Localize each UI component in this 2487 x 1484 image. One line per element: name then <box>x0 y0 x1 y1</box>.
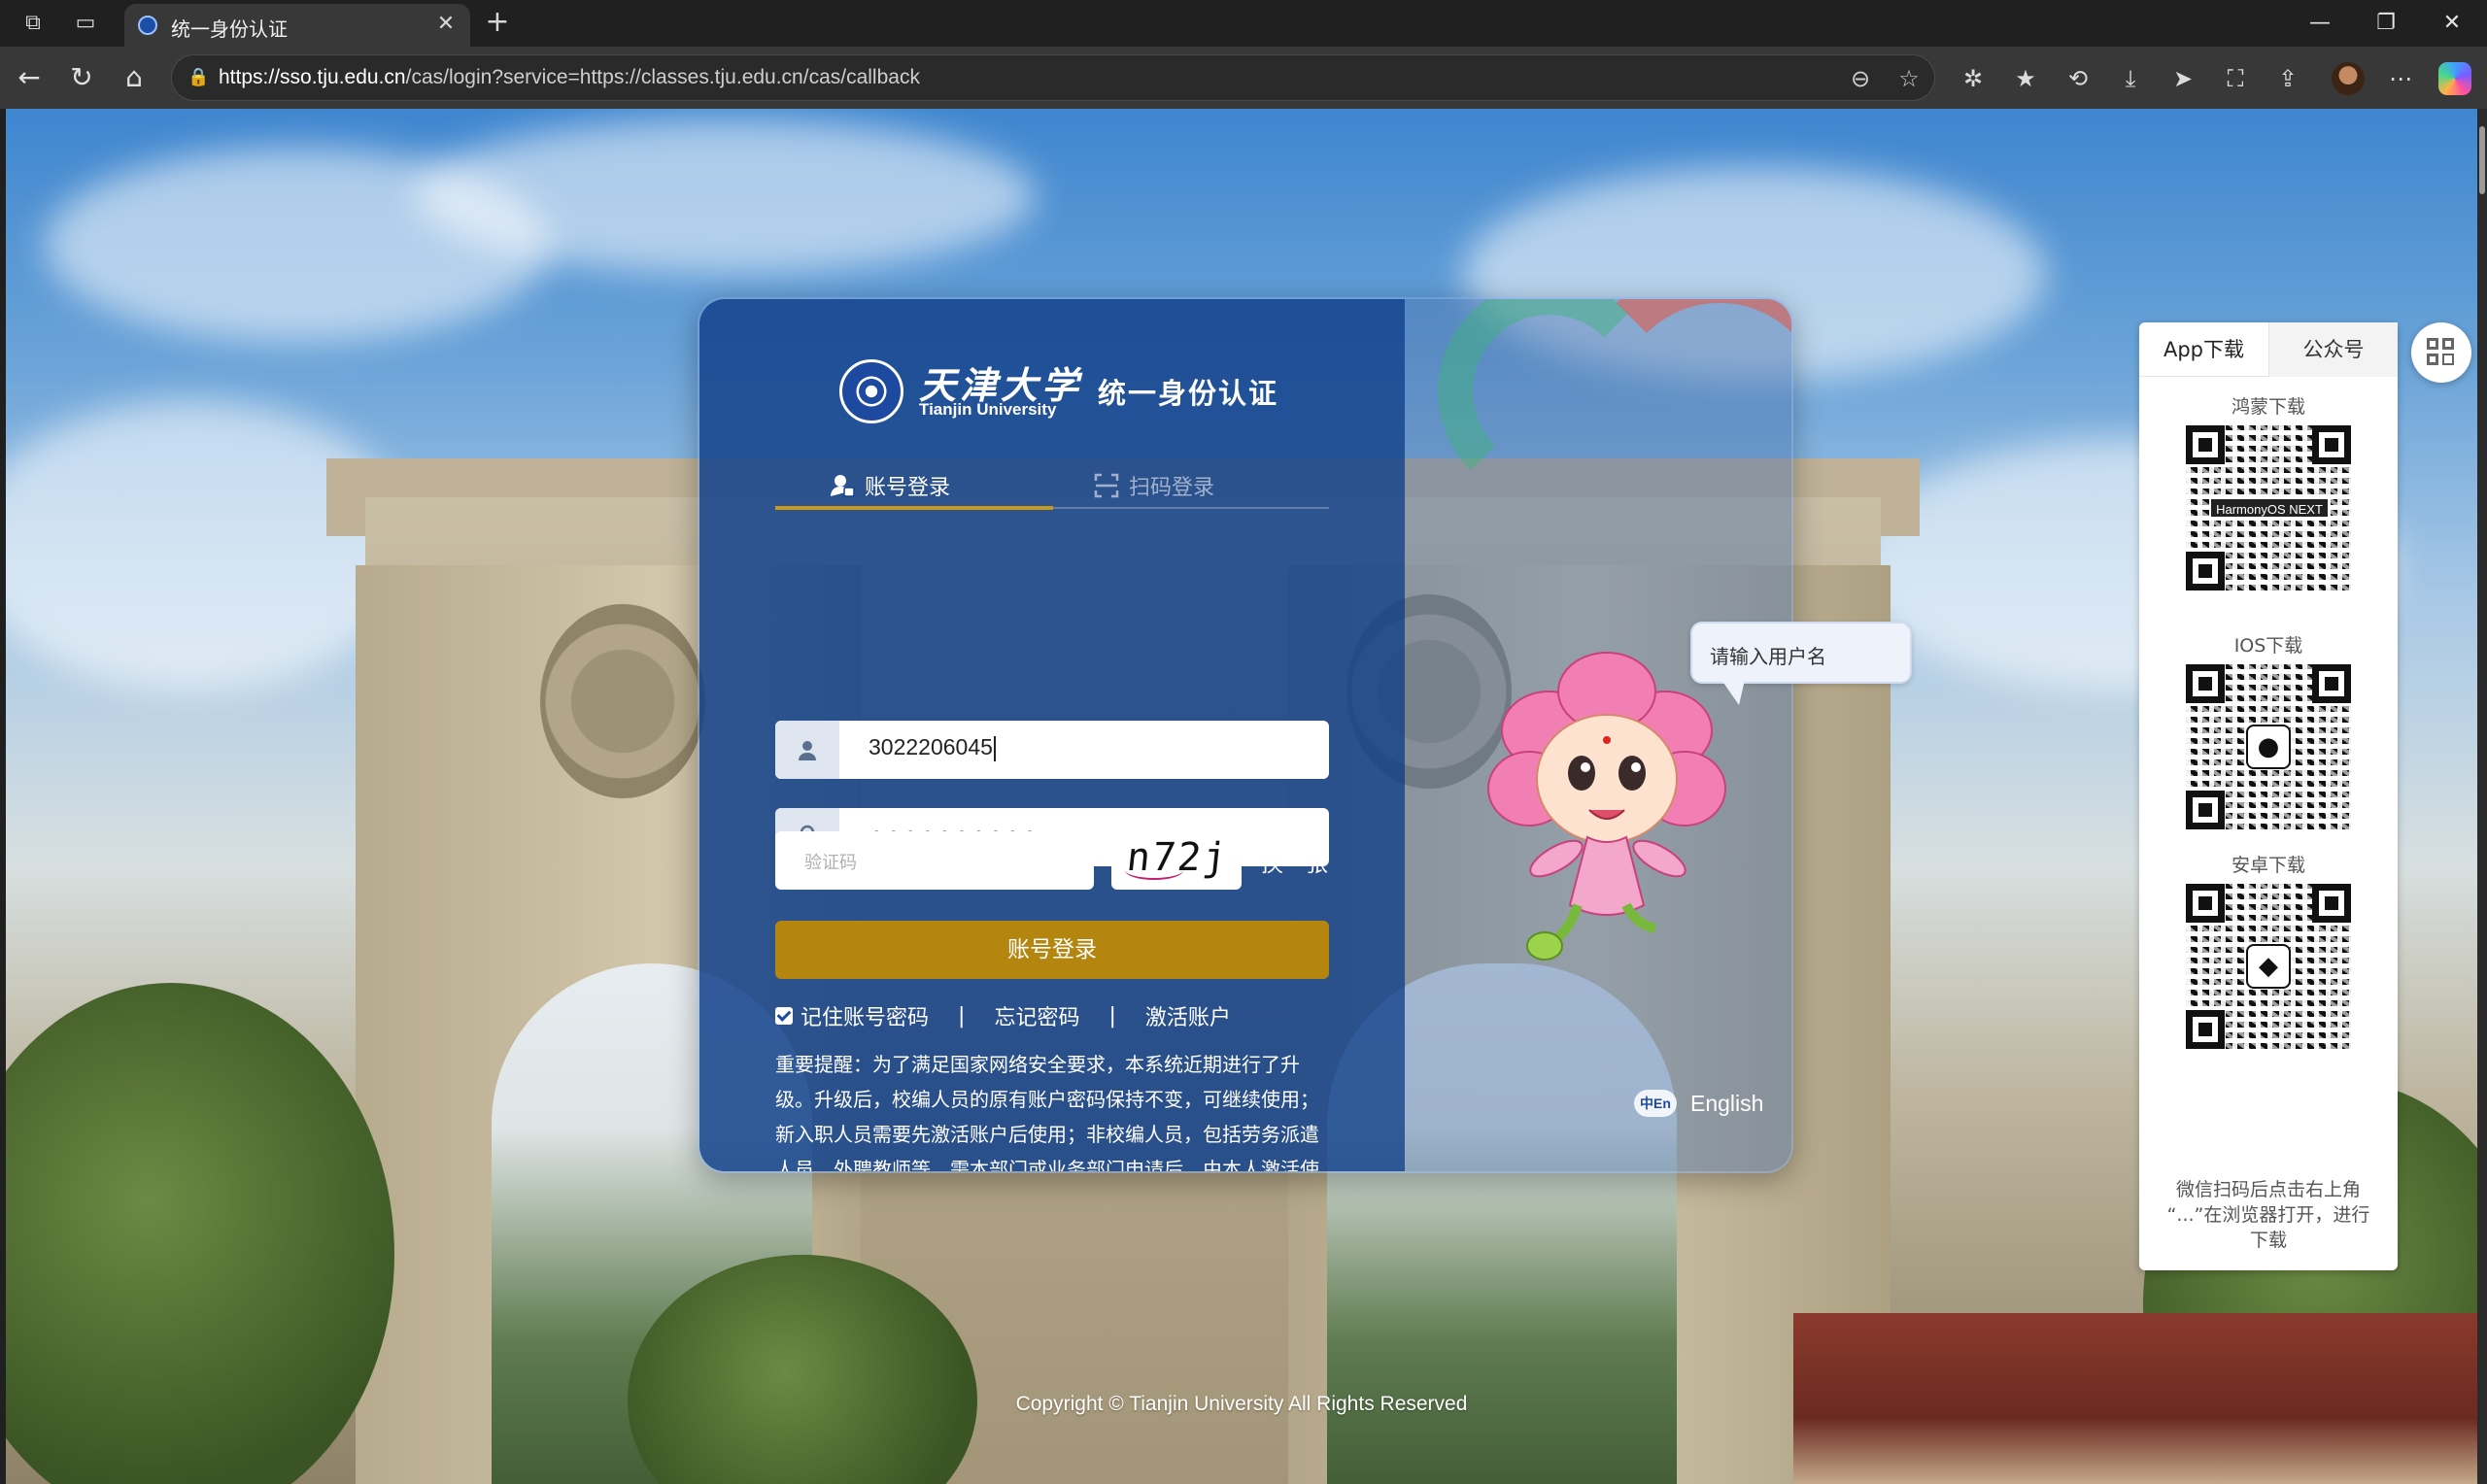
active-tab-indicator <box>775 506 1053 510</box>
screenshot-icon[interactable]: ⛶ <box>2219 62 2252 95</box>
harmony-download-label: 鸿蒙下载 <box>2231 396 2305 418</box>
new-tab-button[interactable]: + <box>482 8 513 39</box>
qr-finder <box>2312 425 2351 464</box>
tab-official-account[interactable]: 公众号 <box>2268 322 2398 377</box>
tab-favicon-icon <box>138 16 157 35</box>
login-button[interactable]: 账号登录 <box>775 921 1329 979</box>
ios-download-label: IOS下载 <box>2233 635 2303 657</box>
url-text[interactable]: https://sso.tju.edu.cn/cas/login?service… <box>219 66 920 89</box>
qr-finder <box>2186 664 2225 703</box>
vertical-tabs-icon[interactable]: ▭ <box>72 10 99 37</box>
copilot-icon[interactable] <box>2438 62 2471 95</box>
security-notice: 重要提醒：为了满足国家网络安全要求，本系统近期进行了升级。升级后，校编人员的原有… <box>775 1053 1319 1173</box>
browser-toolbar: ← ↻ ⌂ 🔒 https://sso.tju.edu.cn/cas/login… <box>0 47 2487 109</box>
browser-tab-bar: ⧉ ▭ 统一身份认证 ✕ + — ❐ ✕ <box>0 0 2487 47</box>
share-icon[interactable]: ⇪ <box>2271 62 2304 95</box>
android-logo-icon: ◆ <box>2246 944 2291 989</box>
remember-label[interactable]: 记住账号密码 <box>801 1000 929 1031</box>
forgot-password-link[interactable]: 忘记密码 <box>994 1000 1079 1031</box>
wechat-download-note: 微信扫码后点击右上角 “...”在浏览器打开，进行下载 <box>2166 1179 2370 1251</box>
history-icon[interactable]: ⟲ <box>2061 62 2095 95</box>
qr-square <box>2442 338 2454 350</box>
university-logo-en: Tianjin University <box>919 400 1057 419</box>
page-title: 统一身份认证 <box>1098 377 1279 410</box>
captcha-placeholder: 验证码 <box>804 853 857 873</box>
qr-finder <box>2186 791 2225 829</box>
browser-tab-active[interactable]: 统一身份认证 ✕ <box>124 4 470 47</box>
home-button[interactable]: ⌂ <box>117 60 152 95</box>
background-cloud <box>6 400 414 691</box>
extensions-icon[interactable]: ✲ <box>1957 62 1990 95</box>
site-info-lock-icon[interactable]: 🔒 <box>187 67 209 88</box>
captcha-input[interactable]: 验证码 <box>775 831 1094 890</box>
reload-button[interactable]: ↻ <box>64 60 99 95</box>
language-label: English <box>1690 1090 1764 1116</box>
captcha-noise-line <box>1125 860 1183 880</box>
favorites-icon[interactable]: ★ <box>2009 62 2042 95</box>
university-seal-icon <box>839 359 903 423</box>
qr-square <box>2427 354 2438 365</box>
app-download-panel: App下载 公众号 鸿蒙下载 HarmonyOS NEXT IOS下载 ● 安卓… <box>2139 322 2398 1270</box>
separator: | <box>1108 1003 1116 1029</box>
more-menu-icon[interactable]: ⋯ <box>2384 62 2417 95</box>
android-download-label: 安卓下载 <box>2231 855 2305 876</box>
tab-title: 统一身份认证 <box>171 19 288 41</box>
harmonyos-badge: HarmonyOS NEXT <box>2209 497 2330 519</box>
user-icon <box>775 721 839 779</box>
tab-app-download[interactable]: App下载 <box>2139 322 2268 377</box>
apple-logo-icon: ● <box>2246 725 2291 769</box>
username-field[interactable]: 3022206045 <box>775 721 1329 779</box>
background-cloud <box>414 118 1036 274</box>
page-viewport: 天津大学 Tianjin University 统一身份认证 账号登录 扫码登录 <box>6 109 2477 1484</box>
profile-avatar[interactable] <box>2332 62 2365 95</box>
dragon-medallion <box>540 604 705 798</box>
separator: | <box>958 1003 966 1029</box>
user-lock-icon <box>830 473 855 498</box>
username-input[interactable]: 3022206045 <box>869 734 996 761</box>
scrollbar-thumb[interactable] <box>2479 126 2485 194</box>
address-bar[interactable]: 🔒 https://sso.tju.edu.cn/cas/login?servi… <box>171 54 1935 101</box>
tab-qr-label: 扫码登录 <box>1129 476 1215 500</box>
tab-account-label: 账号登录 <box>865 476 951 500</box>
restore-window-button[interactable]: ❐ <box>2367 8 2405 39</box>
tab-account-login[interactable]: 账号登录 <box>830 466 950 505</box>
language-icon: 中En <box>1634 1090 1677 1117</box>
copyright-footer: Copyright © Tianjin University All Right… <box>1015 1393 1468 1415</box>
language-switch[interactable]: 中En English <box>1634 1090 1763 1117</box>
captcha-image[interactable]: n72j <box>1111 831 1242 890</box>
close-window-button[interactable]: ✕ <box>2433 8 2471 39</box>
android-qr-code: ◆ <box>2186 884 2351 1049</box>
reader-mode-icon[interactable]: ⊖ <box>1845 63 1876 94</box>
text-caret <box>993 735 996 761</box>
send-icon[interactable]: ➤ <box>2166 62 2199 95</box>
minimize-window-button[interactable]: — <box>2300 8 2339 39</box>
downloads-icon[interactable]: ⤓ <box>2114 62 2147 95</box>
login-options: 记住账号密码 | 忘记密码 | 激活账户 <box>775 1000 1231 1031</box>
refresh-captcha-link[interactable]: 换一张 <box>1261 845 1328 878</box>
activate-account-link[interactable]: 激活账户 <box>1145 1000 1231 1031</box>
qr-finder <box>2186 552 2225 590</box>
harmony-qr-code: HarmonyOS NEXT <box>2186 425 2351 590</box>
workspaces-icon[interactable]: ⧉ <box>19 10 47 37</box>
qr-square <box>2442 354 2454 365</box>
flower-mascot <box>1481 643 1733 973</box>
remember-checkbox[interactable] <box>775 1007 793 1025</box>
ios-qr-code: ● <box>2186 664 2351 829</box>
qr-code-toggle-icon[interactable] <box>2411 322 2471 383</box>
qr-finder <box>2312 884 2351 923</box>
close-tab-icon[interactable]: ✕ <box>433 12 459 37</box>
page-scrollbar[interactable] <box>2477 109 2487 1484</box>
back-button[interactable]: ← <box>12 60 47 95</box>
scan-icon <box>1094 473 1119 498</box>
qr-finder <box>2186 1010 2225 1049</box>
download-tabs: App下载 公众号 <box>2139 322 2398 377</box>
tab-qr-login[interactable]: 扫码登录 <box>1094 466 1214 505</box>
favorite-star-icon[interactable]: ☆ <box>1893 63 1925 94</box>
qr-finder <box>2186 425 2225 464</box>
qr-square <box>2427 338 2438 350</box>
login-method-tabs: 账号登录 扫码登录 <box>775 460 1329 510</box>
qr-finder <box>2186 884 2225 923</box>
qr-finder <box>2312 664 2351 703</box>
